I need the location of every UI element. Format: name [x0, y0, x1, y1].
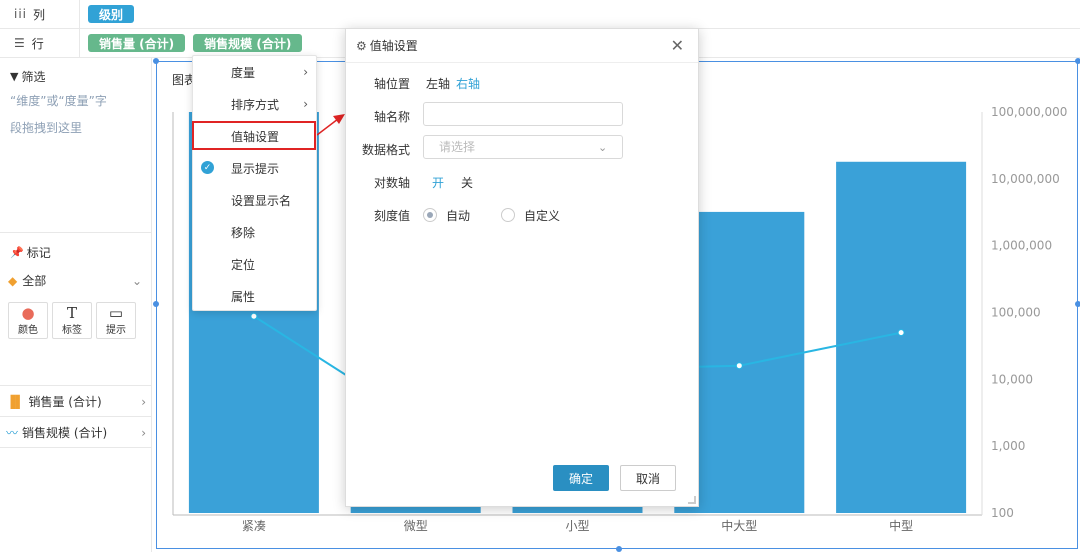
axis-name-input[interactable]	[423, 102, 623, 126]
category-label: 中型	[889, 518, 913, 533]
arrow-head	[333, 114, 345, 124]
ok-button[interactable]: 确定	[553, 465, 609, 491]
tick-label: 100	[991, 506, 1014, 520]
tick-custom-radio[interactable]	[501, 208, 515, 222]
menu-item-label: 排序方式	[231, 97, 280, 112]
highlight-box	[192, 121, 316, 150]
line-point	[250, 312, 258, 320]
tick-auto-radio[interactable]	[423, 208, 437, 222]
menu-item-properties[interactable]: 属性	[193, 280, 318, 312]
tick-custom-label: 自定义	[524, 209, 561, 223]
log-axis-label: 对数轴	[373, 176, 410, 190]
axis-settings-dialog: ⚙ 值轴设置 ✕ 轴位置 左轴 右轴 轴名称 数据格式 ⌄ 对数轴 开 关 刻度…	[345, 28, 699, 507]
menu-item-remove[interactable]: 移除	[193, 216, 318, 248]
chevron-down-icon: ⌄	[598, 141, 608, 154]
menu-item-label: 定位	[231, 257, 256, 272]
category-label: 微型	[404, 519, 428, 533]
gear-icon: ⚙	[356, 38, 367, 53]
menu-item-label: 显示提示	[231, 161, 280, 176]
close-icon[interactable]: ✕	[671, 36, 684, 55]
annotation-arrow	[316, 114, 345, 136]
tick-label: 10,000,000	[991, 172, 1060, 186]
menu-item-display-name[interactable]: 设置显示名	[193, 184, 318, 216]
log-axis-on[interactable]: 开	[432, 174, 444, 191]
bar	[836, 161, 967, 513]
app-root: iii 列 级别 ☰ 行 销售量 (合计) 销售规模 (合计) ▼ 筛选 “维度…	[0, 0, 1080, 552]
tick-value-label: 刻度值	[373, 209, 410, 223]
category-label: 中大型	[721, 518, 757, 533]
tick-label: 1,000	[991, 439, 1025, 453]
menu-item-label: 设置显示名	[231, 193, 292, 208]
menu-item-sort[interactable]: 排序方式 ›	[193, 88, 318, 120]
data-format-label: 数据格式	[361, 143, 410, 157]
line-point	[735, 362, 743, 370]
axis-right-option[interactable]: 右轴	[456, 75, 480, 92]
resize-grip-icon[interactable]	[688, 496, 696, 504]
dialog-header: ⚙ 值轴设置	[346, 29, 698, 63]
menu-item-label: 移除	[231, 225, 256, 240]
check-icon: ✓	[201, 161, 214, 174]
menu-item-show-tooltip[interactable]: ✓ 显示提示	[193, 152, 318, 184]
menu-item-measure[interactable]: 度量 ›	[193, 56, 318, 88]
line-point	[897, 329, 905, 337]
category-label: 小型	[565, 519, 589, 533]
data-format-select[interactable]	[423, 135, 623, 159]
context-menu: 度量 › 排序方式 › 值轴设置 ✓ 显示提示 设置显示名 移除 定位 属性	[192, 55, 317, 311]
arrow-line	[316, 118, 339, 136]
category-labels: 紧凑 微型 小型 中大型 中型	[242, 518, 913, 533]
log-axis-off[interactable]: 关	[461, 174, 473, 191]
tick-label: 100,000	[991, 306, 1041, 320]
menu-item-label: 度量	[231, 65, 256, 80]
tick-label: 10,000	[991, 372, 1033, 386]
menu-item-locate[interactable]: 定位	[193, 248, 318, 280]
dialog-title: 值轴设置	[369, 39, 418, 53]
chevron-right-icon: ›	[303, 65, 308, 79]
tick-auto-label: 自动	[446, 209, 471, 223]
menu-item-label: 属性	[231, 289, 256, 304]
axis-position-label: 轴位置	[373, 77, 410, 91]
axis-left-option[interactable]: 左轴	[426, 75, 450, 92]
chevron-right-icon: ›	[303, 97, 308, 111]
tick-label: 100,000,000	[991, 105, 1067, 119]
right-axis-ticks: 100,000,000 10,000,000 1,000,000 100,000 10,…	[991, 105, 1067, 520]
tick-label: 1,000,000	[991, 239, 1052, 253]
cancel-button[interactable]: 取消	[620, 465, 676, 491]
category-label: 紧凑	[242, 519, 266, 533]
axis-name-label: 轴名称	[373, 110, 410, 124]
